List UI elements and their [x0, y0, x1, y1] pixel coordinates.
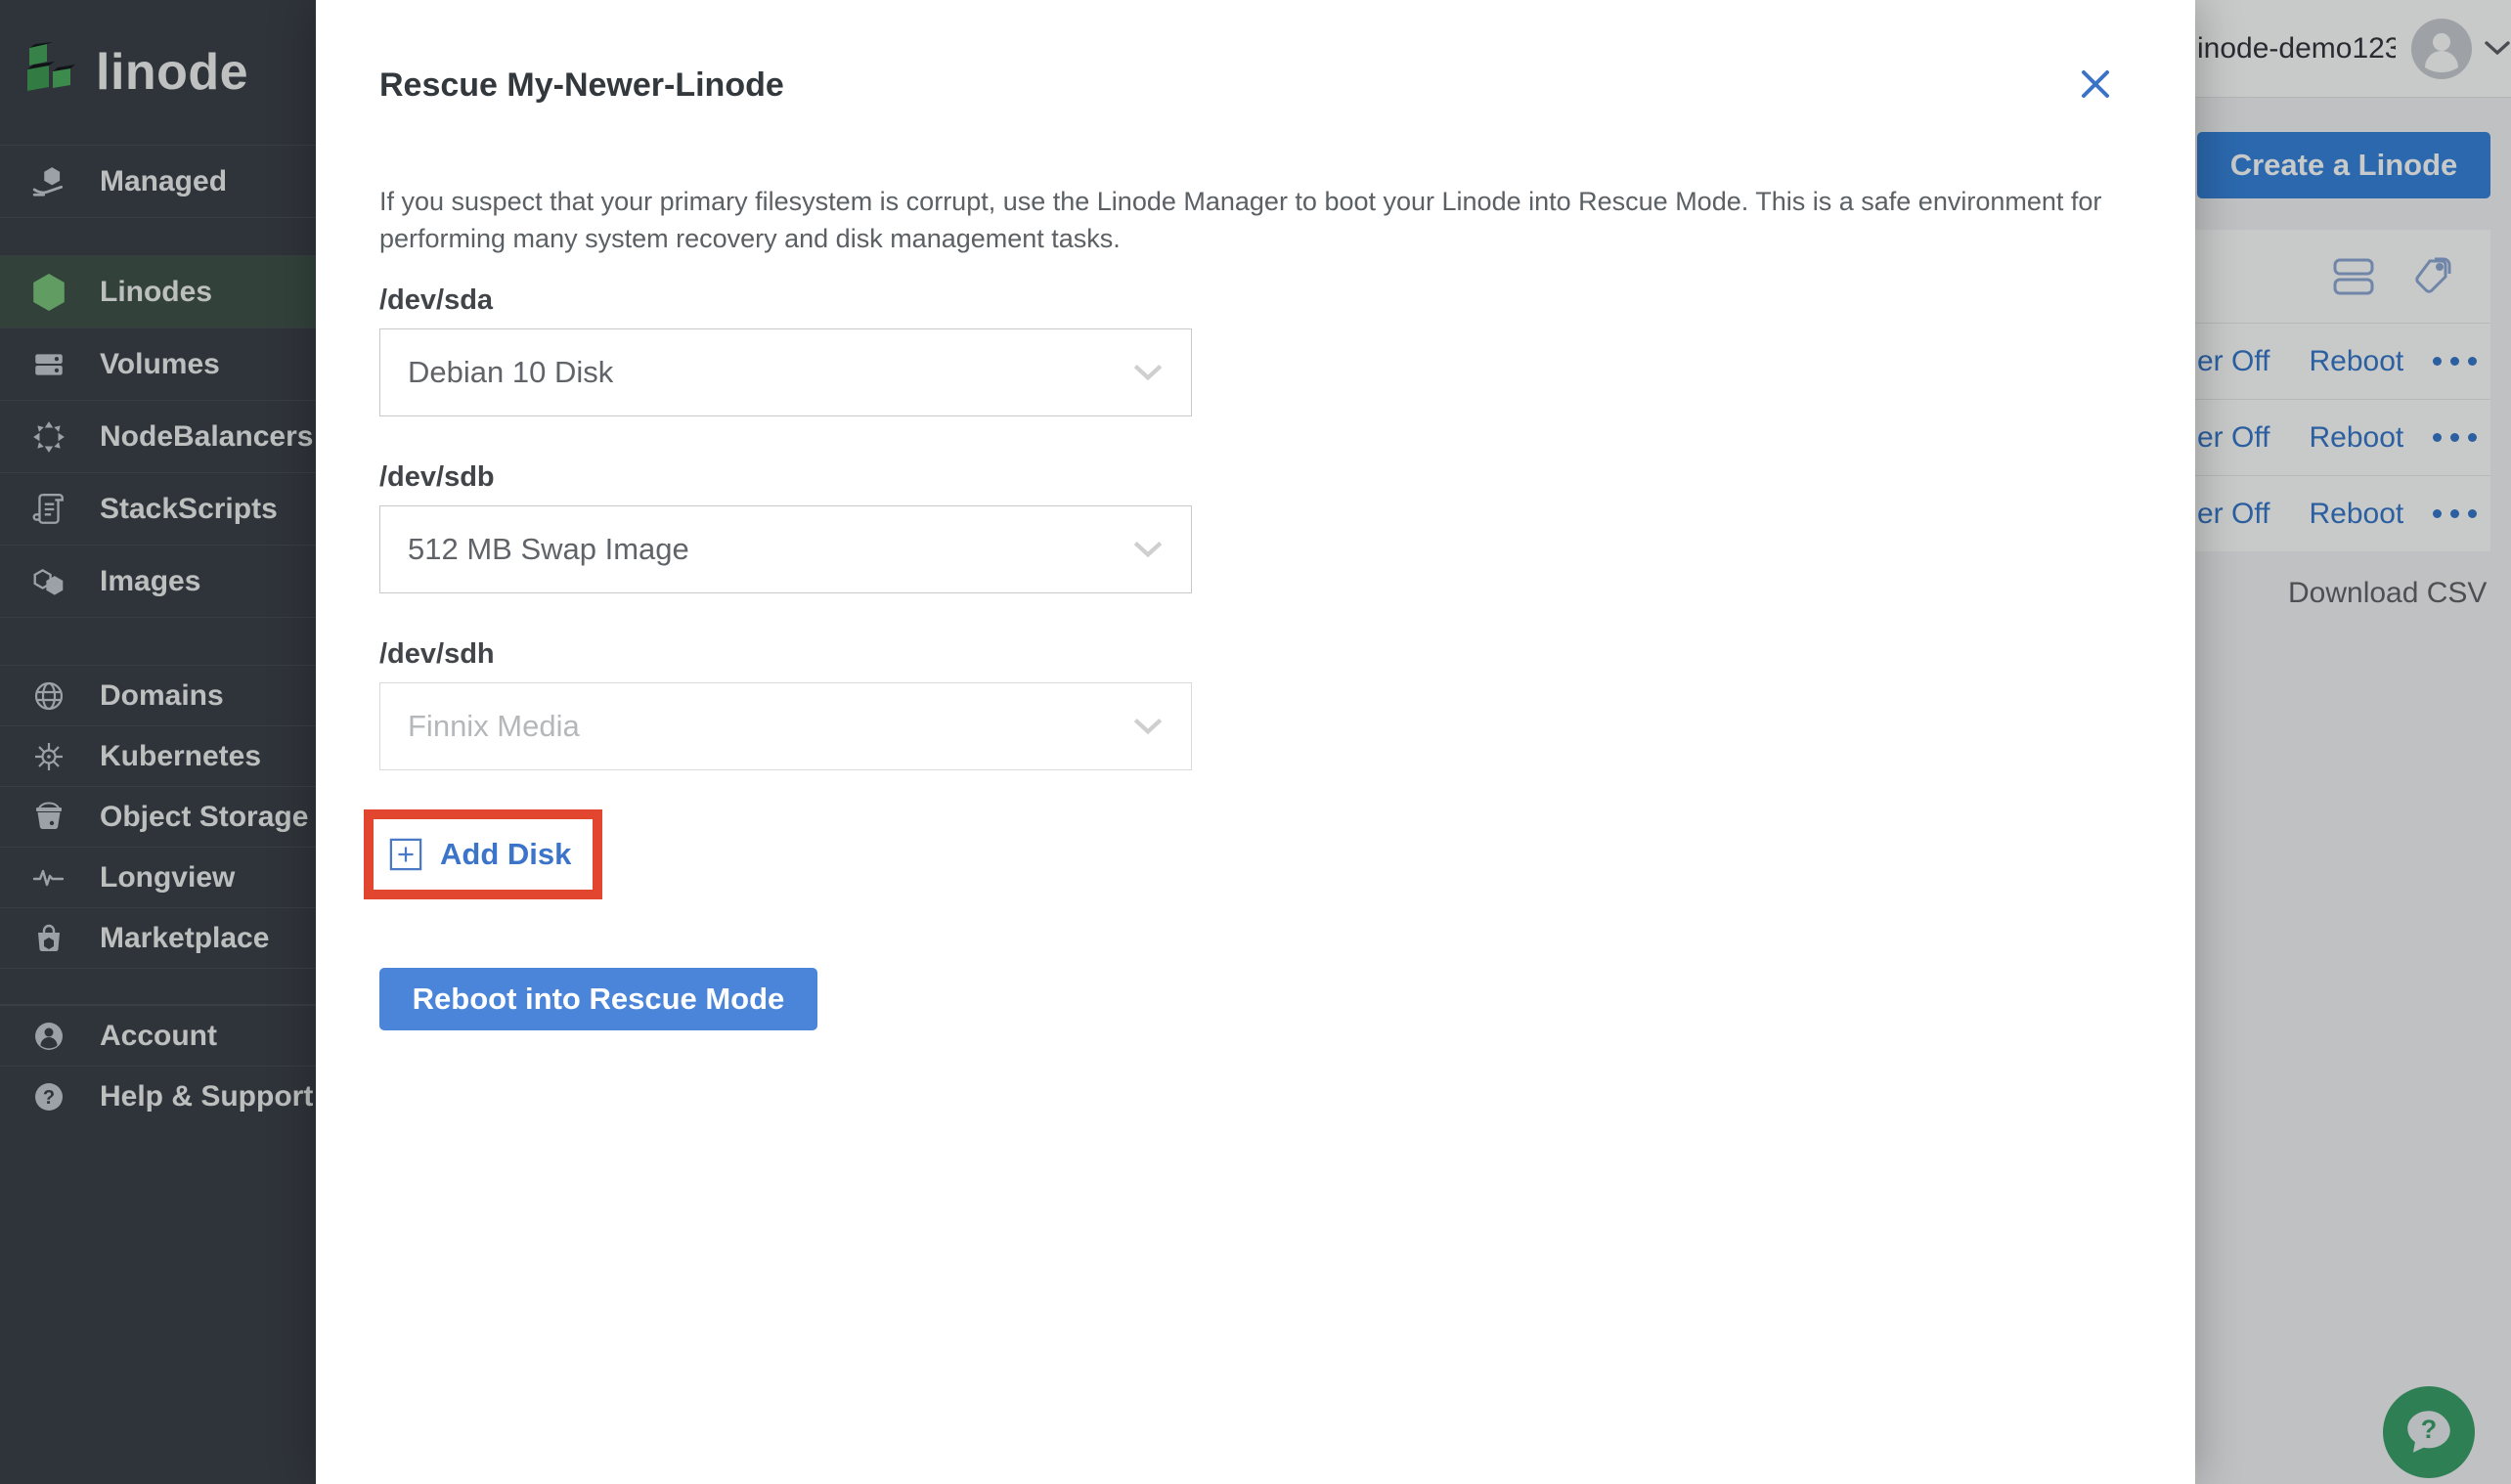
field-label: /dev/sda [379, 284, 494, 316]
field-label: /dev/sdh [379, 638, 495, 670]
add-disk-button[interactable]: Add Disk [374, 819, 594, 890]
add-disk-label: Add Disk [440, 837, 572, 871]
select-value: 512 MB Swap Image [408, 532, 689, 566]
field-dev-sdh: /dev/sdh Finnix Media [379, 638, 2132, 770]
dev-sdh-select: Finnix Media [379, 682, 1192, 770]
modal-title: Rescue My-Newer-Linode [379, 66, 784, 104]
field-dev-sda: /dev/sda Debian 10 Disk [379, 284, 2132, 416]
reboot-into-rescue-mode-button[interactable]: Reboot into Rescue Mode [379, 968, 817, 1030]
dev-sda-select[interactable]: Debian 10 Disk [379, 328, 1192, 416]
rescue-modal: Rescue My-Newer-Linode If you suspect th… [316, 0, 2195, 1484]
annotation-highlight-box: Add Disk [364, 809, 603, 899]
select-value: Finnix Media [408, 709, 580, 743]
dev-sdb-select[interactable]: 512 MB Swap Image [379, 505, 1192, 593]
field-dev-sdb: /dev/sdb 512 MB Swap Image [379, 461, 2132, 593]
modal-description: If you suspect that your primary filesys… [379, 187, 2102, 253]
chevron-down-icon [1132, 540, 1164, 559]
chevron-down-icon [1132, 363, 1164, 382]
close-icon[interactable] [2076, 65, 2115, 104]
field-label: /dev/sdb [379, 461, 495, 493]
plus-square-icon [389, 838, 422, 871]
select-value: Debian 10 Disk [408, 355, 614, 389]
chevron-down-icon [1132, 717, 1164, 736]
